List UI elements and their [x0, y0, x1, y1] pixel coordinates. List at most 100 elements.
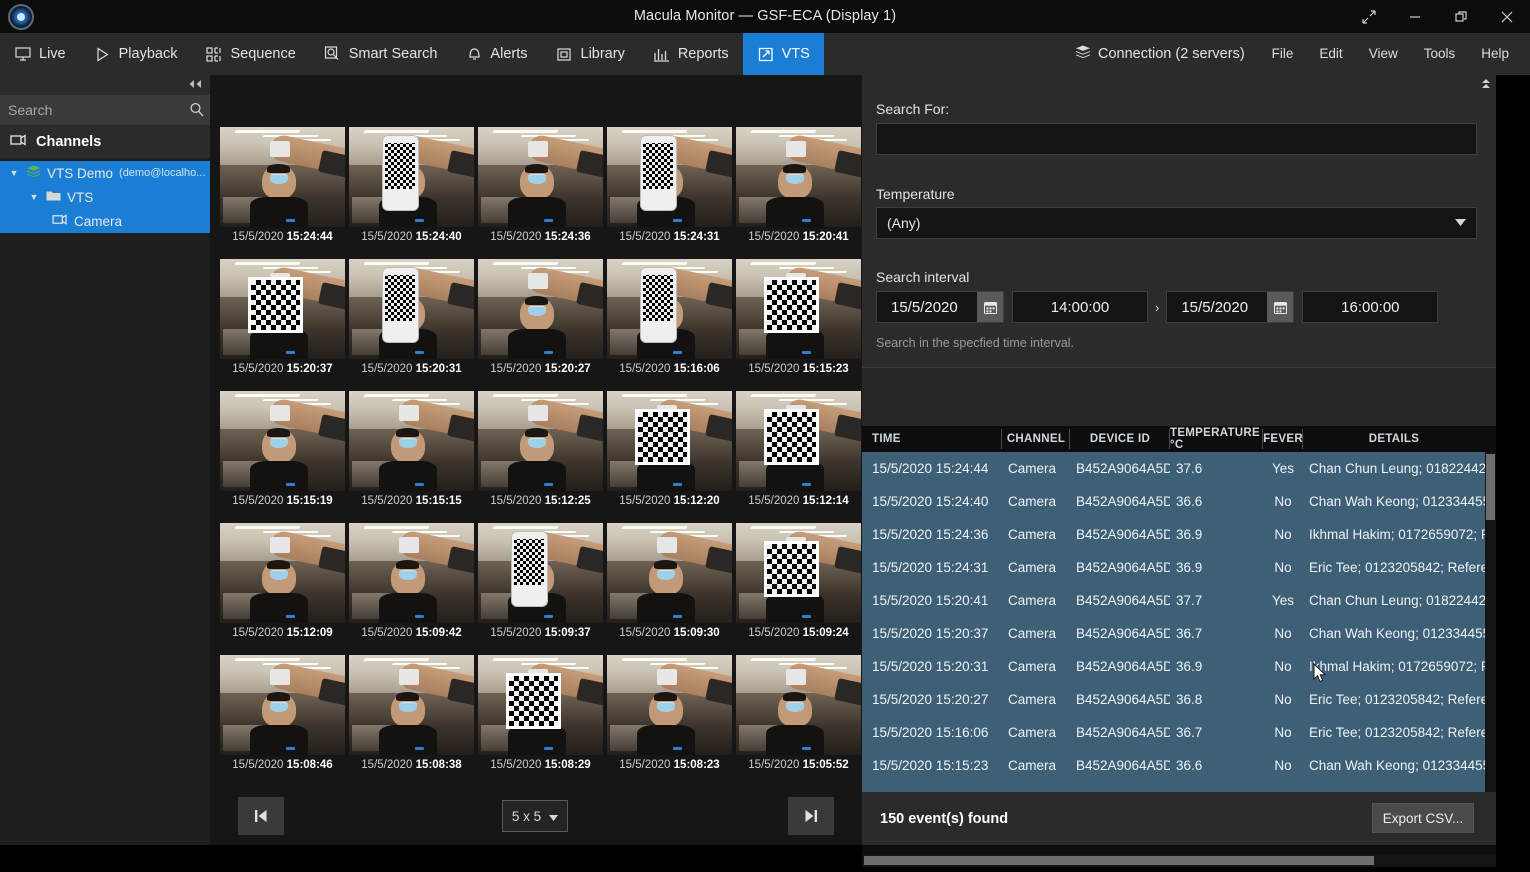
search-for-input[interactable]	[876, 123, 1477, 155]
caret-down-icon[interactable]: ▼	[8, 168, 20, 178]
table-row[interactable]: 15/5/2020 15:24:40 Camera B452A9064A5D 36.6…	[862, 485, 1496, 518]
tab-sequence[interactable]: Sequence	[191, 33, 309, 75]
tab-library[interactable]: Library	[542, 33, 639, 75]
expand-diagonal-icon[interactable]	[1346, 0, 1392, 33]
table-row[interactable]: 15/5/2020 15:20:37 Camera B452A9064A5D 36.7…	[862, 617, 1496, 650]
table-row[interactable]: 15/5/2020 15:20:41 Camera B452A9064A5D 37.7…	[862, 584, 1496, 617]
thumbnail-image[interactable]	[607, 259, 732, 359]
thumbnail-cell[interactable]: 15/5/2020 15:15:19	[218, 391, 347, 523]
menu-view[interactable]: View	[1356, 33, 1411, 75]
thumbnail-cell[interactable]: 15/5/2020 15:09:30	[605, 523, 734, 655]
close-icon[interactable]	[1484, 0, 1530, 33]
maximize-icon[interactable]	[1438, 0, 1484, 33]
thumbnail-image[interactable]	[607, 127, 732, 227]
table-row[interactable]: 15/5/2020 15:15:23 Camera B452A9064A5D 36.6…	[862, 749, 1496, 782]
search-input[interactable]	[8, 102, 189, 118]
thumbnail-image[interactable]	[349, 127, 474, 227]
search-icon[interactable]	[189, 102, 205, 118]
thumbnail-cell[interactable]: 15/5/2020 15:08:23	[605, 655, 734, 787]
thumbnail-cell[interactable]: 15/5/2020 15:15:23	[734, 259, 863, 391]
menu-edit[interactable]: Edit	[1306, 33, 1355, 75]
to-time-field[interactable]: 16:00:00	[1302, 291, 1439, 323]
thumbnail-cell[interactable]: 15/5/2020 15:12:25	[476, 391, 605, 523]
thumbnail-image[interactable]	[736, 259, 861, 359]
table-row[interactable]: 15/5/2020 15:24:36 Camera B452A9064A5D 36.9…	[862, 518, 1496, 551]
table-row[interactable]: 15/5/2020 15:20:31 Camera B452A9064A5D 36.9…	[862, 650, 1496, 683]
thumbnail-cell[interactable]: 15/5/2020 15:16:06	[605, 259, 734, 391]
thumbnail-image[interactable]	[478, 523, 603, 623]
thumbnail-cell[interactable]: 15/5/2020 15:15:15	[347, 391, 476, 523]
tab-smart-search[interactable]: Smart Search	[310, 33, 452, 75]
tree-item-camera[interactable]: Camera	[0, 209, 210, 233]
thumbnail-cell[interactable]: 15/5/2020 15:08:29	[476, 655, 605, 787]
thumbnail-cell[interactable]: 15/5/2020 15:20:31	[347, 259, 476, 391]
caret-down-icon[interactable]: ▼	[28, 192, 40, 202]
table-row[interactable]: 15/5/2020 15:24:44 Camera B452A9064A5D 37.6…	[862, 452, 1496, 485]
thumbnail-image[interactable]	[349, 655, 474, 755]
thumbnail-cell[interactable]: 15/5/2020 15:24:31	[605, 127, 734, 259]
export-csv-button[interactable]: Export CSV...	[1372, 803, 1474, 833]
thumbnail-cell[interactable]: 15/5/2020 15:20:37	[218, 259, 347, 391]
calendar-icon[interactable]	[977, 292, 1003, 322]
thumbnail-image[interactable]	[220, 655, 345, 755]
thumbnail-cell[interactable]: 15/5/2020 15:20:41	[734, 127, 863, 259]
thumbnail-image[interactable]	[736, 391, 861, 491]
thumbnail-image[interactable]	[478, 259, 603, 359]
menu-tools[interactable]: Tools	[1411, 33, 1469, 75]
thumbnail-cell[interactable]: 15/5/2020 15:24:40	[347, 127, 476, 259]
thumbnail-image[interactable]	[736, 127, 861, 227]
thumbnail-cell[interactable]: 15/5/2020 15:24:36	[476, 127, 605, 259]
sidebar-search-row[interactable]	[0, 95, 210, 125]
tab-alerts[interactable]: Alerts	[451, 33, 541, 75]
thumbnail-image[interactable]	[736, 523, 861, 623]
thumbnail-cell[interactable]: 15/5/2020 15:08:46	[218, 655, 347, 787]
to-date-field[interactable]: 15/5/2020	[1166, 291, 1295, 323]
thumbnail-image[interactable]	[220, 259, 345, 359]
thumbnail-image[interactable]	[349, 391, 474, 491]
tab-playback[interactable]: Playback	[80, 33, 192, 75]
table-vertical-scrollbar[interactable]	[1485, 452, 1496, 842]
thumbnail-cell[interactable]: 15/5/2020 15:12:20	[605, 391, 734, 523]
from-time-field[interactable]: 14:00:00	[1012, 291, 1148, 323]
tree-item-vts[interactable]: ▼ VTS	[0, 185, 210, 209]
table-column-header[interactable]: FEVER	[1263, 426, 1303, 452]
thumbnail-cell[interactable]: 15/5/2020 15:09:42	[347, 523, 476, 655]
thumbnail-cell[interactable]: 15/5/2020 15:20:27	[476, 259, 605, 391]
from-date-field[interactable]: 15/5/2020	[876, 291, 1004, 323]
table-row[interactable]: 15/5/2020 15:16:06 Camera B452A9064A5D 36.7…	[862, 716, 1496, 749]
thumbnail-image[interactable]	[478, 127, 603, 227]
table-column-header[interactable]: DETAILS	[1303, 426, 1485, 452]
thumbnail-cell[interactable]: 15/5/2020 15:08:38	[347, 655, 476, 787]
last-page-button[interactable]	[788, 797, 834, 835]
thumbnail-image[interactable]	[607, 391, 732, 491]
thumbnail-image[interactable]	[478, 391, 603, 491]
thumbnail-cell[interactable]: 15/5/2020 15:12:14	[734, 391, 863, 523]
thumbnail-image[interactable]	[736, 655, 861, 755]
calendar-icon[interactable]	[1267, 292, 1294, 322]
table-row[interactable]: 15/5/2020 15:24:31 Camera B452A9064A5D 36.9…	[862, 551, 1496, 584]
tab-reports[interactable]: Reports	[639, 33, 743, 75]
scroll-up-icon[interactable]	[1479, 77, 1493, 91]
thumbnail-cell[interactable]: 15/5/2020 15:09:24	[734, 523, 863, 655]
thumbnail-cell[interactable]: 15/5/2020 15:24:44	[218, 127, 347, 259]
connection-status[interactable]: Connection (2 servers)	[1061, 45, 1259, 63]
tab-vts[interactable]: VTS	[742, 33, 824, 75]
minimize-icon[interactable]	[1392, 0, 1438, 33]
thumbnail-image[interactable]	[220, 127, 345, 227]
first-page-button[interactable]	[238, 797, 284, 835]
thumbnail-image[interactable]	[220, 391, 345, 491]
table-column-header[interactable]: DEVICE ID	[1070, 426, 1170, 452]
menu-file[interactable]: File	[1259, 33, 1307, 75]
table-column-header[interactable]: TEMPERATURE °C	[1170, 426, 1263, 452]
thumbnail-cell[interactable]: 15/5/2020 15:09:37	[476, 523, 605, 655]
thumbnail-cell[interactable]: 15/5/2020 15:12:09	[218, 523, 347, 655]
thumbnail-image[interactable]	[607, 655, 732, 755]
thumbnail-image[interactable]	[349, 259, 474, 359]
scrollbar-thumb[interactable]	[864, 856, 1374, 865]
tab-live[interactable]: Live	[0, 33, 80, 75]
sidebar-collapse-button[interactable]	[0, 75, 210, 95]
layout-selector[interactable]: 5 x 5	[502, 800, 568, 832]
menu-help[interactable]: Help	[1468, 33, 1522, 75]
thumbnail-image[interactable]	[220, 523, 345, 623]
thumbnail-image[interactable]	[349, 523, 474, 623]
